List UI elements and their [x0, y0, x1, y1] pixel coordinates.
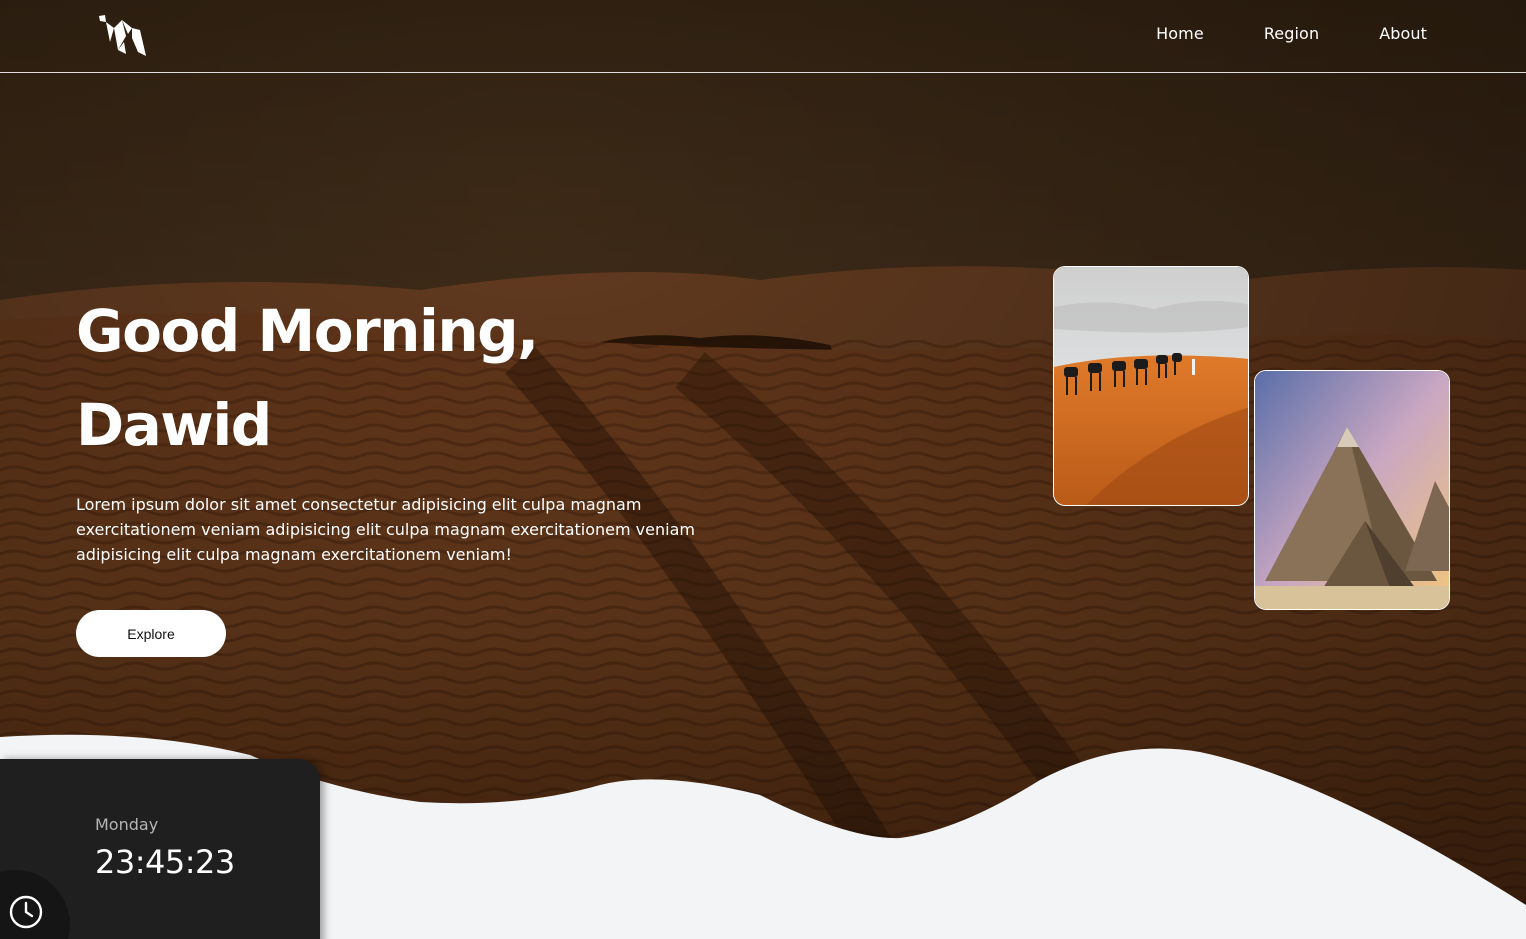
origami-camel-logo-icon[interactable]	[96, 12, 150, 58]
clock-icon	[9, 895, 43, 929]
nav-link-about[interactable]: About	[1379, 24, 1427, 43]
explore-button[interactable]: Explore	[76, 610, 226, 657]
hero-greeting: Good Morning, Dawid	[76, 284, 676, 472]
top-header: Home Region About	[0, 0, 1526, 73]
main-nav: Home Region About	[1156, 24, 1427, 43]
nav-link-home[interactable]: Home	[1156, 24, 1204, 43]
greeting-line-1: Good Morning,	[76, 297, 539, 365]
camel-caravan-photo[interactable]	[1053, 266, 1249, 506]
clock-day: Monday	[95, 815, 159, 834]
nav-link-region[interactable]: Region	[1264, 24, 1319, 43]
hero-description: Lorem ipsum dolor sit amet consectetur a…	[76, 495, 695, 564]
clock-time: 23:45:23	[95, 843, 235, 881]
greeting-line-2: Dawid	[76, 391, 272, 459]
pyramids-photo[interactable]	[1254, 370, 1450, 610]
